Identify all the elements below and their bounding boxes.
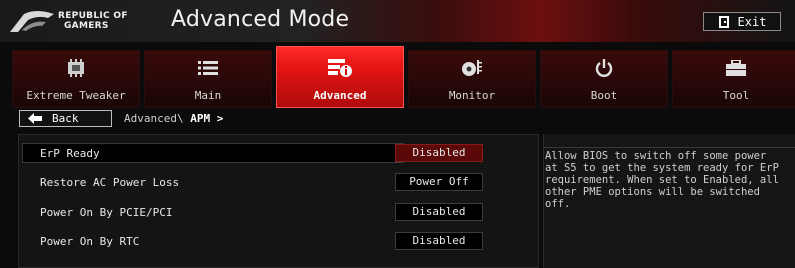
- list-icon: [145, 57, 271, 79]
- logo-line-1: REPUBLIC OF: [58, 11, 128, 21]
- setting-label: Power On By PCIE/PCI: [40, 206, 173, 219]
- back-arrow-icon: [28, 113, 42, 124]
- bios-window: REPUBLIC OF GAMERS Advanced Mode Exit Ex…: [0, 0, 795, 268]
- setting-row-power-on-rtc[interactable]: Power On By RTC Disabled: [20, 231, 537, 253]
- back-label: Back: [52, 112, 79, 125]
- breadcrumb-current: APM >: [190, 112, 224, 125]
- tab-main[interactable]: Main: [144, 50, 272, 108]
- back-button[interactable]: Back: [19, 110, 112, 127]
- exit-button[interactable]: Exit: [703, 12, 781, 31]
- fan-monitor-icon: [409, 57, 535, 79]
- toolbox-icon: [673, 57, 795, 79]
- rog-logo: REPUBLIC OF GAMERS: [8, 8, 138, 36]
- setting-value-dropdown[interactable]: Disabled: [395, 144, 483, 162]
- setting-label: Power On By RTC: [40, 235, 140, 248]
- tab-label: Main: [194, 89, 222, 102]
- main-tabs: Extreme Tweaker Main Advanced Monitor Bo…: [0, 42, 795, 108]
- tab-label: Tool: [722, 89, 750, 102]
- setting-value-dropdown[interactable]: Disabled: [395, 203, 483, 221]
- advanced-info-icon: [277, 57, 403, 79]
- logo-line-2: GAMERS: [64, 21, 109, 31]
- tab-label: Boot: [590, 89, 618, 102]
- setting-value-dropdown[interactable]: Power Off: [395, 173, 483, 191]
- tab-label: Monitor: [448, 89, 496, 102]
- tab-tool[interactable]: Tool: [672, 50, 795, 108]
- setting-row-erp-ready[interactable]: ErP Ready Disabled: [20, 143, 537, 165]
- tab-label: Extreme Tweaker: [26, 89, 126, 102]
- help-panel: Allow BIOS to switch off some power at S…: [543, 134, 795, 268]
- setting-row-power-on-pcie-pci[interactable]: Power On By PCIE/PCI Disabled: [20, 202, 537, 224]
- header-bar: REPUBLIC OF GAMERS Advanced Mode Exit: [0, 0, 795, 43]
- mode-title: Advanced Mode: [171, 7, 350, 32]
- power-icon: [541, 57, 667, 79]
- setting-row-restore-ac-power-loss[interactable]: Restore AC Power Loss Power Off: [20, 172, 537, 194]
- tab-label: Advanced: [313, 89, 367, 102]
- tab-monitor[interactable]: Monitor: [408, 50, 536, 108]
- breadcrumb-prefix: Advanced\: [124, 112, 191, 125]
- tab-advanced[interactable]: Advanced: [276, 46, 404, 108]
- setting-label: ErP Ready: [40, 147, 100, 160]
- setting-value-dropdown[interactable]: Disabled: [395, 232, 483, 250]
- tab-extreme-tweaker[interactable]: Extreme Tweaker: [12, 50, 140, 108]
- settings-panel: ErP Ready Disabled Restore AC Power Loss…: [18, 134, 539, 268]
- cpu-chip-icon: [13, 57, 139, 79]
- breadcrumb: Advanced\ APM >: [124, 112, 223, 125]
- logo-text: REPUBLIC OF GAMERS: [58, 11, 128, 31]
- exit-door-icon: [718, 15, 729, 28]
- help-text: Allow BIOS to switch off some power at S…: [545, 150, 779, 210]
- nav-bar: Back Advanced\ APM >: [0, 108, 795, 130]
- help-divider: [544, 147, 795, 148]
- exit-label: Exit: [737, 14, 767, 29]
- rog-eye-icon: [10, 11, 54, 32]
- tab-boot[interactable]: Boot: [540, 50, 668, 108]
- setting-label: Restore AC Power Loss: [40, 176, 180, 189]
